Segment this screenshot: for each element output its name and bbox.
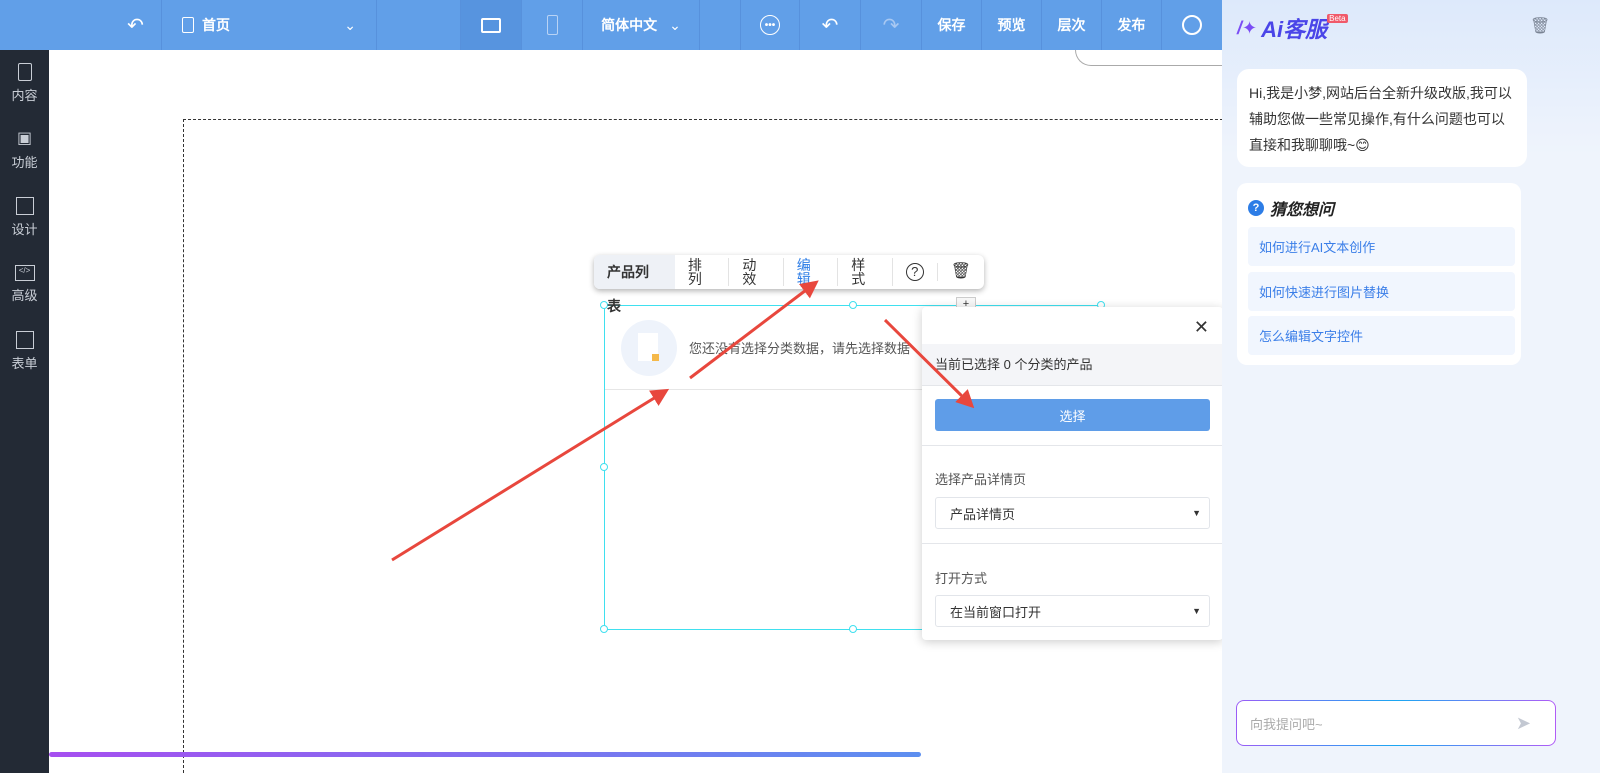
suggestion-item[interactable]: 如何进行AI文本创作 <box>1248 227 1515 266</box>
suggested-questions: ? 猜您想问 如何进行AI文本创作 如何快速进行图片替换 怎么编辑文字控件 <box>1237 183 1521 365</box>
question-icon: ? <box>1248 200 1264 216</box>
suggestion-item[interactable]: 如何快速进行图片替换 <box>1248 272 1515 311</box>
suggest-title: 猜您想问 <box>1270 202 1335 219</box>
arrow-annotation <box>391 388 670 562</box>
arrow-annotation <box>689 280 819 380</box>
ai-logo: /✦ Ai客服 Beta <box>1237 12 1348 44</box>
ai-assistant-panel: /✦ Ai客服 Beta 🗑 Hi,我是小梦,网站后台全新升级改版,我可以辅助您… <box>1222 0 1600 773</box>
loading-progress-bar <box>49 752 921 757</box>
beta-badge: Beta <box>1327 13 1348 23</box>
chat-input[interactable]: 向我提问吧~ ➤ <box>1236 700 1556 746</box>
send-icon[interactable]: ➤ <box>1516 713 1531 734</box>
sparkle-icon: /✦ <box>1237 17 1258 38</box>
suggestion-item[interactable]: 怎么编辑文字控件 <box>1248 316 1515 355</box>
ai-title: Ai客服 <box>1261 17 1328 42</box>
clear-chat-icon[interactable]: 🗑 <box>1530 16 1550 36</box>
chat-input-placeholder: 向我提问吧~ <box>1250 716 1323 732</box>
greeting-message: Hi,我是小梦,网站后台全新升级改版,我可以辅助您做一些常见操作,有什么问题也可… <box>1237 69 1527 167</box>
arrow-annotation <box>883 318 975 409</box>
